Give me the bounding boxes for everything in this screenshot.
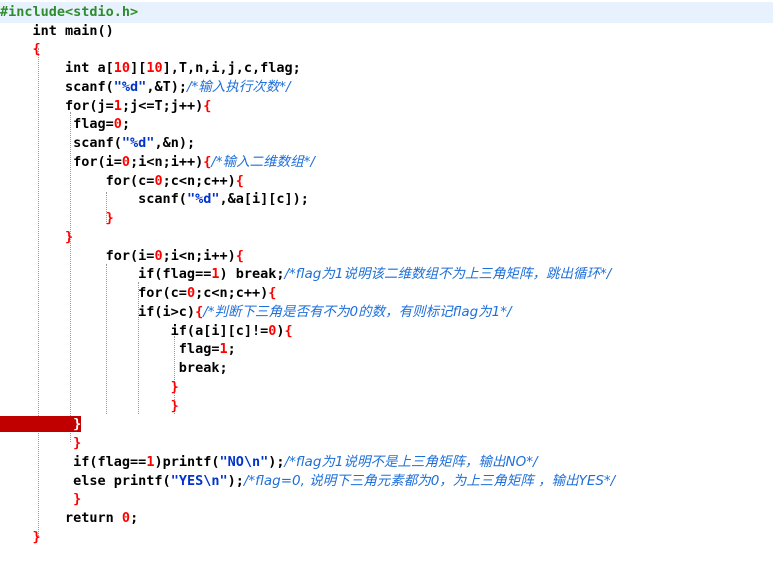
code-text: } bbox=[0, 398, 179, 414]
code-line[interactable]: } bbox=[0, 527, 41, 548]
code-text: } bbox=[0, 229, 74, 245]
code-text: for(c=0;c<n;c++){ bbox=[0, 285, 277, 301]
code-line[interactable]: for(i=0;i<n;i++){/*输入二维数组*/ bbox=[0, 152, 315, 173]
code-text: flag=1; bbox=[0, 341, 236, 357]
code-line[interactable]: { bbox=[0, 39, 41, 60]
code-text: if(flag==1) break;/*flag为1说明该二维数组不为上三角矩阵… bbox=[0, 266, 612, 282]
code-line[interactable]: flag=0; bbox=[0, 114, 130, 135]
code-text: { bbox=[0, 41, 41, 57]
code-text: } bbox=[0, 491, 82, 507]
code-text: for(c=0;c<n;c++){ bbox=[0, 173, 244, 189]
code-line[interactable]: } bbox=[0, 489, 81, 510]
code-text: #include<stdio.h> bbox=[0, 4, 139, 20]
code-line[interactable]: scanf("%d",&a[i][c]); bbox=[0, 189, 309, 210]
code-line[interactable]: #include<stdio.h> bbox=[0, 2, 773, 23]
code-text: scanf("%d",&n); bbox=[0, 135, 196, 151]
code-text: } bbox=[0, 210, 114, 226]
code-text: int main() bbox=[0, 23, 114, 39]
code-text: } bbox=[0, 435, 82, 451]
code-text: return 0; bbox=[0, 510, 139, 526]
code-line[interactable]: scanf("%d",&T);/*输入执行次数*/ bbox=[0, 77, 291, 98]
code-line[interactable]: if(flag==1)printf("NO\n");/*flag为1说明不是上三… bbox=[0, 452, 538, 473]
code-line-matched-brace[interactable]: } bbox=[0, 414, 82, 435]
code-text: if(a[i][c]!=0){ bbox=[0, 323, 293, 339]
code-line[interactable]: int a[10][10],T,n,i,j,c,flag; bbox=[0, 58, 301, 79]
code-text: } bbox=[0, 379, 179, 395]
code-text: } bbox=[0, 529, 41, 545]
code-text: int a[10][10],T,n,i,j,c,flag; bbox=[0, 60, 301, 76]
code-line[interactable]: if(flag==1) break;/*flag为1说明该二维数组不为上三角矩阵… bbox=[0, 264, 611, 285]
code-line[interactable]: flag=1; bbox=[0, 339, 236, 360]
code-text: scanf("%d",&T);/*输入执行次数*/ bbox=[0, 79, 291, 95]
code-line[interactable]: } bbox=[0, 433, 81, 454]
code-line[interactable]: return 0; bbox=[0, 508, 138, 529]
code-text: for(j=1;j<=T;j++){ bbox=[0, 98, 212, 114]
code-line[interactable]: for(c=0;c<n;c++){ bbox=[0, 283, 276, 304]
code-line[interactable]: } bbox=[0, 377, 179, 398]
code-text: else printf("YES\n");/*flag=0, 说明下三角元素都为… bbox=[0, 473, 616, 489]
code-text: for(i=0;i<n;i++){/*输入二维数组*/ bbox=[0, 154, 315, 170]
code-text: } bbox=[0, 416, 82, 432]
code-line[interactable]: } bbox=[0, 208, 114, 229]
code-editor[interactable]: #include<stdio.h> int main() { int a[10]… bbox=[0, 0, 773, 586]
code-text: if(i>c){/*判断下三角是否有不为0的数，有则标记flag为1*/ bbox=[0, 304, 512, 320]
code-text: break; bbox=[0, 360, 228, 376]
code-text: flag=0; bbox=[0, 116, 131, 132]
code-line[interactable]: if(i>c){/*判断下三角是否有不为0的数，有则标记flag为1*/ bbox=[0, 302, 512, 323]
code-text: for(i=0;i<n;i++){ bbox=[0, 248, 244, 264]
code-line[interactable]: else printf("YES\n");/*flag=0, 说明下三角元素都为… bbox=[0, 471, 615, 492]
code-text: if(flag==1)printf("NO\n");/*flag为1说明不是上三… bbox=[0, 454, 538, 470]
code-text: scanf("%d",&a[i][c]); bbox=[0, 191, 309, 207]
code-line[interactable]: scanf("%d",&n); bbox=[0, 133, 195, 154]
code-line[interactable]: } bbox=[0, 227, 73, 248]
code-line[interactable]: break; bbox=[0, 358, 228, 379]
